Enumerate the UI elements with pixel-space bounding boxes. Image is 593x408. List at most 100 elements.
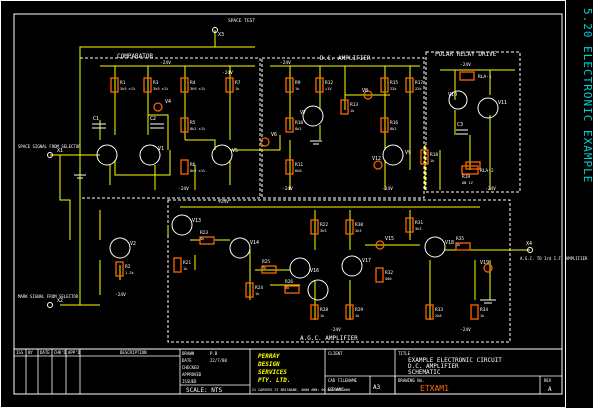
rail-label: -24V: [282, 186, 293, 192]
rail-label: -24V: [160, 60, 171, 66]
resistor-value-r22: 3k3: [320, 229, 327, 233]
resistor-value-r5: 8k2 ±1%: [190, 127, 206, 131]
date-label: DATE: [182, 358, 192, 363]
transistor-label-v11: V11: [498, 100, 507, 106]
resistor-value-r4: 3k9 ±1%: [190, 87, 206, 91]
resistor-ref-r17: R17: [415, 80, 423, 86]
checked-label: CHECKED: [182, 365, 199, 370]
rev-header: DATE: [40, 350, 50, 355]
resistor-ref-r6: R6: [190, 162, 196, 168]
resistor-ref-r32: R32: [385, 270, 393, 276]
resistor-ref-r33: R33: [435, 307, 443, 313]
resistor-ref-r35: R35: [456, 236, 464, 242]
part-label-rl1: RLA-1: [478, 74, 492, 80]
resistor-value-r30: 3k3: [355, 229, 362, 233]
resistor-ref-r11: R11: [295, 162, 303, 168]
rev-header: APP'D: [68, 350, 81, 355]
cad-filename: ETXAM1: [328, 387, 345, 393]
ground-symbols: [74, 140, 496, 304]
resistor-ref-r7: R7: [235, 80, 241, 86]
title-label: TITLE: [398, 351, 411, 356]
transistor-label-v15: V15: [385, 236, 394, 242]
date-value: 22/7/80: [210, 358, 227, 363]
part-label-c3: C3: [457, 122, 463, 128]
drawing-number: ETXAM1: [420, 384, 449, 393]
transistor-label-v4: V4: [165, 99, 171, 105]
block-title-comparator: COMPARATOR: [117, 53, 154, 60]
resistor-ref-r13: R13: [350, 102, 358, 108]
title-line: SCHEMATIC: [408, 369, 441, 376]
resistor-ref-r5: R5: [190, 120, 196, 126]
space-signal-label: SPACE SIGNAL FROM SELECTOR: [18, 144, 81, 149]
block-title-polar-relay: POLAR RELAY DRIVE: [435, 51, 497, 58]
rail-label: +24V: [218, 199, 229, 205]
company-name-line: PTY. LTD.: [258, 377, 291, 384]
resistor-value-r3: 3k9 ±1%: [153, 87, 169, 91]
transistor-label-v7: V7: [300, 110, 306, 116]
resistor-ref-r26: R26: [285, 279, 293, 285]
resistor-ref-r29: R29: [355, 307, 363, 313]
resistor-value-r34: 1k: [480, 314, 485, 318]
resistor-value-r11: 6k8: [295, 169, 302, 173]
resistor-ref-r4: R4: [190, 80, 196, 86]
drawn-label: DRAWN: [182, 351, 195, 356]
company-name-line: PERRAY: [258, 353, 280, 360]
drawing-frame: [13, 13, 563, 395]
resistor-value-r28: 1k: [320, 314, 325, 318]
schematic-sheet: COMPARATOR D.C. AMPLIFIER POLAR RELAY DR…: [0, 0, 588, 408]
mark-signal-label: MARK SIGNAL FROM SELECTOR: [18, 294, 79, 299]
rail-label: -24V: [115, 292, 126, 298]
terminal-x3: X3: [218, 32, 224, 38]
resistor-ref-r3: R3: [153, 80, 159, 86]
rail-label: -24V: [485, 186, 496, 192]
resistor-ref-r16: R16: [390, 120, 398, 126]
resistor-ref-r23: R23: [200, 230, 208, 236]
resistor-ref-r12: R12: [325, 80, 333, 86]
transistor-labels: V1 V2 V4 V5 V6 V7 V8 V9 V10 V11 V12 V13 V14 V15 V16 V17…: [130, 88, 507, 274]
sheet-side-title: 5.20 ELECTRONIC EXAMPLE: [581, 8, 593, 183]
resistor-ref-r15: R15: [390, 80, 398, 86]
transistor-label-v19: V19: [480, 260, 489, 266]
company-name-line: SERVICES: [258, 369, 287, 376]
resistor-ref-r25: R25: [262, 259, 270, 265]
resistor-ref-r1: R1: [120, 80, 126, 86]
transistor-label-v1: V1: [158, 146, 164, 152]
transistor-label-v14: V14: [250, 240, 259, 246]
rev-header: CHK'D: [54, 350, 67, 355]
resistor-value-r16: 8k2: [390, 127, 397, 131]
part-label-c1: C1: [93, 116, 99, 122]
resistor-value-r9: 1k: [295, 87, 300, 91]
transistor-label-v18: V18: [445, 240, 454, 246]
rail-label: -24V: [222, 70, 233, 76]
resistor-ref-r21: R21: [183, 260, 191, 266]
resistor-value-r15: 22k: [390, 87, 397, 91]
resistor-ref-r9: R9: [295, 80, 301, 86]
resistor-ref-r18: R18: [430, 152, 438, 158]
resistor-value-r32: 500: [385, 277, 392, 281]
rev-value: A: [548, 386, 552, 393]
resistor-value-r2: 1.2k: [125, 271, 134, 275]
resistor-ref-r24: R24: [255, 285, 263, 291]
approved-label: APPROVED: [182, 372, 202, 377]
transistor-label-v8: V8: [362, 88, 368, 94]
resistor-ref-r19: R19: [462, 174, 470, 180]
resistor-value-r17: 22k: [415, 87, 422, 91]
transistor-label-v6: V6: [271, 132, 277, 138]
resistor-value-r12: +1V: [325, 87, 332, 91]
resistor-value-r29: 1k: [355, 314, 360, 318]
resistor-value-r18: 1k: [430, 159, 435, 163]
client-label: CLIENT: [328, 351, 343, 356]
resistor-value-r21: 1k: [183, 267, 188, 271]
resistor-value-r7: 1k: [235, 87, 240, 91]
transistor-label-v17: V17: [362, 258, 371, 264]
resistor-value-r10: 8k2: [295, 127, 302, 131]
rev-label: REV: [544, 378, 552, 383]
resistor-value-r19: ON 1V: [462, 181, 474, 185]
rail-label: -24V: [460, 327, 471, 333]
resistor-ref-r2: R2: [125, 264, 131, 270]
transistor-label-v12: V12: [372, 156, 381, 162]
rail-label: -24V: [280, 60, 291, 66]
resistor-value-r24: 1k: [255, 292, 260, 296]
company-name-line: DESIGN: [257, 361, 280, 368]
rail-label: -24V: [178, 186, 189, 192]
